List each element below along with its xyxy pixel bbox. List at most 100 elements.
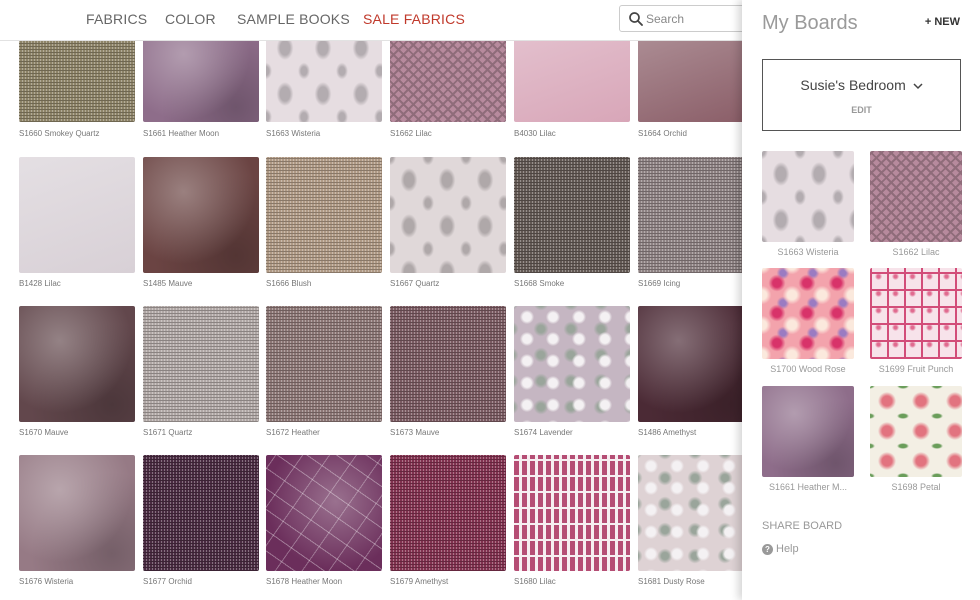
nav-link-sale-fabrics[interactable]: SALE FABRICS [363,11,465,27]
fabric-tile[interactable]: S1660 Smokey Quartz [19,25,135,138]
fabric-swatch-image [638,157,754,273]
board-fabric-tile[interactable]: S1663 Wisteria [762,151,854,257]
fabric-tile[interactable]: S1669 Icing [638,157,754,288]
board-fabric-tile[interactable]: S1699 Fruit Punch [870,268,962,374]
fabric-grid: S1660 Smokey Quartz S1661 Heather Moon S16… [0,0,754,600]
board-swatch-image [762,151,854,242]
search-box[interactable] [619,5,759,32]
help-icon: ? [762,543,773,555]
my-boards-panel: My Boards + NEW Susie's Bedroom EDIT S16… [742,0,980,600]
fabric-swatch-image [19,157,135,273]
fabric-swatch-image [390,455,506,571]
fabric-tile[interactable]: S1677 Orchid [143,455,259,586]
board-fabric-tile[interactable]: S1662 Lilac [870,151,962,257]
fabric-label: S1485 Mauve [143,279,193,288]
board-name: Susie's Bedroom [800,77,906,93]
fabric-swatch-image [143,157,259,273]
fabric-swatch-image [390,157,506,273]
share-board-link[interactable]: SHARE BOARD [762,520,842,532]
search-input[interactable] [646,9,751,28]
board-fabric-label: S1700 Wood Rose [770,364,846,374]
fabric-tile[interactable]: S1671 Quartz [143,306,259,437]
fabric-swatch-image [266,157,382,273]
fabric-swatch-image [514,306,630,422]
board-name-dropdown[interactable]: Susie's Bedroom [763,77,960,93]
fabric-swatch-image [514,455,630,571]
board-swatch-image [870,268,962,359]
board-swatch-image [870,386,962,477]
fabric-label: S1673 Mauve [390,428,440,437]
fabric-tile[interactable]: S1676 Wisteria [19,455,135,586]
new-board-button[interactable]: + NEW [925,16,960,28]
boards-title: My Boards [762,12,858,34]
fabric-tile[interactable]: S1662 Lilac [390,25,506,138]
fabric-label: S1678 Heather Moon [266,577,343,586]
fabric-tile[interactable]: S1664 Orchid [638,25,754,138]
edit-board-link[interactable]: EDIT [763,105,960,115]
fabric-swatch-image [19,455,135,571]
fabric-tile[interactable]: S1679 Amethyst [390,455,506,586]
fabric-label: S1679 Amethyst [390,577,449,586]
search-icon [629,12,643,26]
board-swatch-image [870,151,962,242]
fabric-label: S1660 Smokey Quartz [19,129,100,138]
fabric-label: S1670 Mauve [19,428,69,437]
top-navigation: FABRICS COLOR SAMPLE BOOKS SALE FABRICS [0,0,759,41]
fabric-label: S1671 Quartz [143,428,193,437]
fabric-label: S1666 Blush [266,279,312,288]
fabric-tile[interactable]: S1673 Mauve [390,306,506,437]
fabric-label: B1428 Lilac [19,279,61,288]
board-fabric-label: S1661 Heather M... [768,482,848,492]
nav-link-sample-books[interactable]: SAMPLE BOOKS [237,11,350,27]
fabric-tile[interactable]: S1663 Wisteria [266,25,382,138]
board-swatch-image [762,268,854,359]
fabric-label: S1677 Orchid [143,577,192,586]
fabric-label: S1672 Heather [266,428,320,437]
fabric-tile[interactable]: S1672 Heather [266,306,382,437]
board-fabric-tile[interactable]: S1698 Petal [870,386,962,492]
fabric-label: S1664 Orchid [638,129,687,138]
fabric-tile[interactable]: B1428 Lilac [19,157,135,288]
fabric-swatch-image [143,455,259,571]
fabric-swatch-image [266,455,382,571]
fabric-label: S1662 Lilac [390,129,432,138]
fabric-tile[interactable]: S1674 Lavender [514,306,630,437]
fabric-tile[interactable]: S1670 Mauve [19,306,135,437]
fabric-tile[interactable]: S1486 Amethyst [638,306,754,437]
fabric-label: S1680 Lilac [514,577,556,586]
board-fabric-label: S1662 Lilac [892,247,940,257]
nav-link-color[interactable]: COLOR [165,11,216,27]
fabric-label: S1669 Icing [638,279,681,288]
board-fabric-label: S1698 Petal [891,482,941,492]
fabric-tile[interactable]: B4030 Lilac [514,25,630,138]
fabric-tile[interactable]: S1680 Lilac [514,455,630,586]
nav-link-fabrics[interactable]: FABRICS [86,11,147,27]
fabric-label: S1681 Dusty Rose [638,577,705,586]
fabric-swatch-image [390,306,506,422]
fabric-swatch-image [19,306,135,422]
fabric-label: S1676 Wisteria [19,577,74,586]
fabric-tile[interactable]: S1485 Mauve [143,157,259,288]
fabric-swatch-image [143,306,259,422]
board-fabric-tile[interactable]: S1700 Wood Rose [762,268,854,374]
fabric-tile[interactable]: S1668 Smoke [514,157,630,288]
fabric-tile[interactable]: S1666 Blush [266,157,382,288]
fabric-swatch-image [638,455,754,571]
fabric-tile[interactable]: S1661 Heather Moon [143,25,259,138]
chevron-down-icon [913,83,923,89]
fabric-tile[interactable]: S1678 Heather Moon [266,455,382,586]
fabric-label: S1674 Lavender [514,428,573,437]
help-link[interactable]: ? Help [762,543,799,555]
fabric-label: S1668 Smoke [514,279,565,288]
help-label: Help [776,543,799,555]
fabric-label: S1486 Amethyst [638,428,697,437]
fabric-tile[interactable]: S1681 Dusty Rose [638,455,754,586]
fabric-label: B4030 Lilac [514,129,556,138]
fabric-swatch-image [638,306,754,422]
board-fabric-tile[interactable]: S1661 Heather M... [762,386,854,492]
fabric-label: S1663 Wisteria [266,129,321,138]
fabric-tile[interactable]: S1667 Quartz [390,157,506,288]
fabric-label: S1661 Heather Moon [143,129,220,138]
board-fabric-label: S1699 Fruit Punch [878,364,954,374]
fabric-swatch-image [266,306,382,422]
